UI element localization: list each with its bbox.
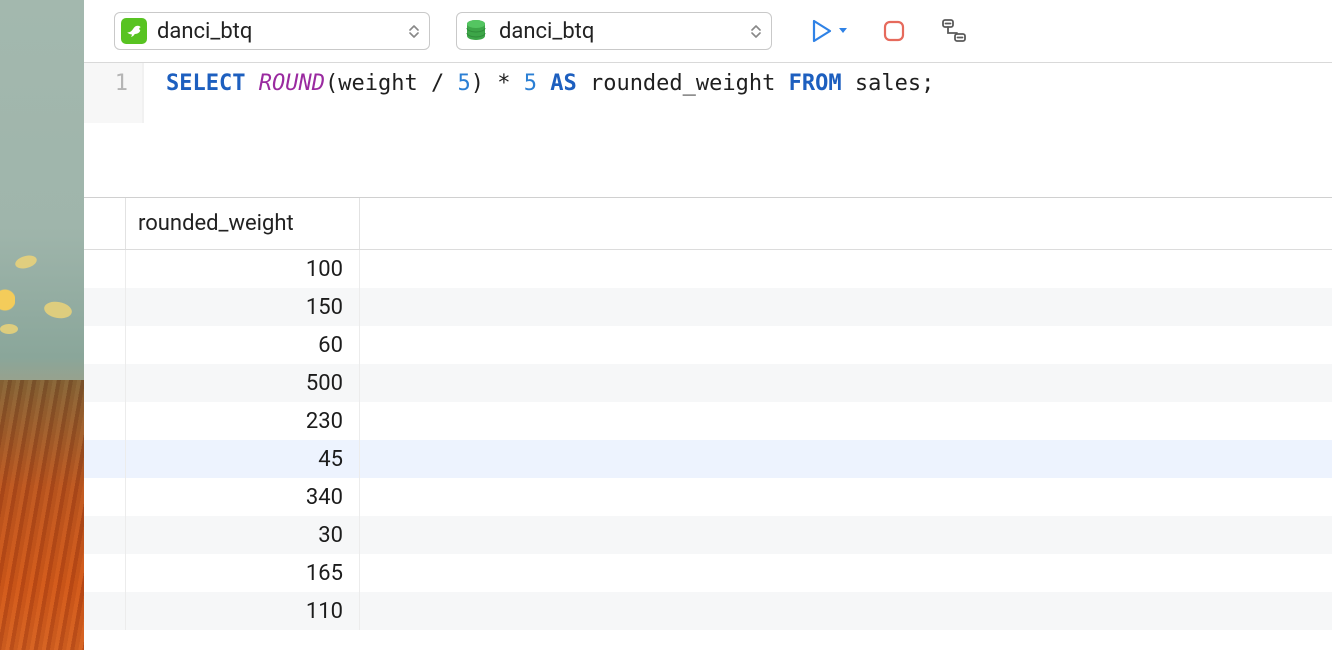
sql-number: 5 [524,71,537,96]
result-cell[interactable]: 500 [126,364,360,402]
results-panel: rounded_weight 1001506050023045340301651… [84,197,1332,650]
stop-query-button[interactable] [882,19,906,43]
result-cell[interactable]: 45 [126,440,360,478]
wallpaper-speck [43,300,73,321]
sql-client-window: danci_btq danci_btq [84,0,1332,650]
sql-keyword-as: AS [550,71,577,96]
table-row[interactable]: 110 [84,592,1332,630]
row-number-cell [84,440,126,478]
toolbar: danci_btq danci_btq [84,0,1332,63]
table-row[interactable]: 100 [84,250,1332,288]
explain-plan-button[interactable] [940,18,968,44]
row-number-cell [84,288,126,326]
row-number-cell [84,250,126,288]
editor-gutter: 1 [84,63,144,123]
result-cell[interactable]: 340 [126,478,360,516]
column-header[interactable]: rounded_weight [126,198,360,249]
result-cell[interactable]: 30 [126,516,360,554]
row-number-cell [84,554,126,592]
sql-function-round: ROUND [259,71,325,96]
table-row[interactable]: 500 [84,364,1332,402]
table-row[interactable]: 60 [84,326,1332,364]
sql-keyword-select: SELECT [166,71,245,96]
desktop-background [0,0,84,650]
sql-editor[interactable]: 1 SELECT ROUND(weight / 5) * 5 AS rounde… [84,63,1332,123]
sql-identifier: rounded_weight [590,71,775,96]
result-cell[interactable]: 150 [126,288,360,326]
connection-icon [121,18,147,44]
result-cell[interactable]: 110 [126,592,360,630]
column-header-label: rounded_weight [138,211,294,236]
result-cell[interactable]: 100 [126,250,360,288]
sql-number: 5 [457,71,470,96]
database-icon [463,18,489,44]
run-query-button[interactable] [810,18,848,44]
row-number-cell [84,478,126,516]
row-number-cell [84,516,126,554]
connection-selector[interactable]: danci_btq [114,12,430,50]
table-row[interactable]: 165 [84,554,1332,592]
editor-empty-area[interactable] [84,123,1332,197]
table-row[interactable]: 150 [84,288,1332,326]
table-row[interactable]: 340 [84,478,1332,516]
chevron-down-icon [838,27,848,35]
table-row[interactable]: 45 [84,440,1332,478]
results-body[interactable]: 100150605002304534030165110 [84,250,1332,650]
dropdown-stepper-icon [409,24,419,39]
database-selector-label: danci_btq [499,19,594,44]
toolbar-actions [810,18,968,44]
result-cell[interactable]: 230 [126,402,360,440]
database-selector[interactable]: danci_btq [456,12,772,50]
table-row[interactable]: 230 [84,402,1332,440]
result-cell[interactable]: 60 [126,326,360,364]
line-number: 1 [84,69,128,99]
sql-identifier: sales [855,71,921,96]
result-cell[interactable]: 165 [126,554,360,592]
connection-selector-label: danci_btq [157,19,252,44]
sql-keyword-from: FROM [789,71,842,96]
sql-code[interactable]: SELECT ROUND(weight / 5) * 5 AS rounded_… [144,63,934,123]
row-number-cell [84,402,126,440]
dropdown-stepper-icon [751,24,761,39]
row-number-header [84,198,126,249]
results-header: rounded_weight [84,198,1332,250]
row-number-cell [84,592,126,630]
row-number-cell [84,326,126,364]
sql-identifier: weight [338,71,417,96]
table-row[interactable]: 30 [84,516,1332,554]
wallpaper-speck [14,253,38,270]
row-number-cell [84,364,126,402]
wallpaper-speck [0,324,18,334]
